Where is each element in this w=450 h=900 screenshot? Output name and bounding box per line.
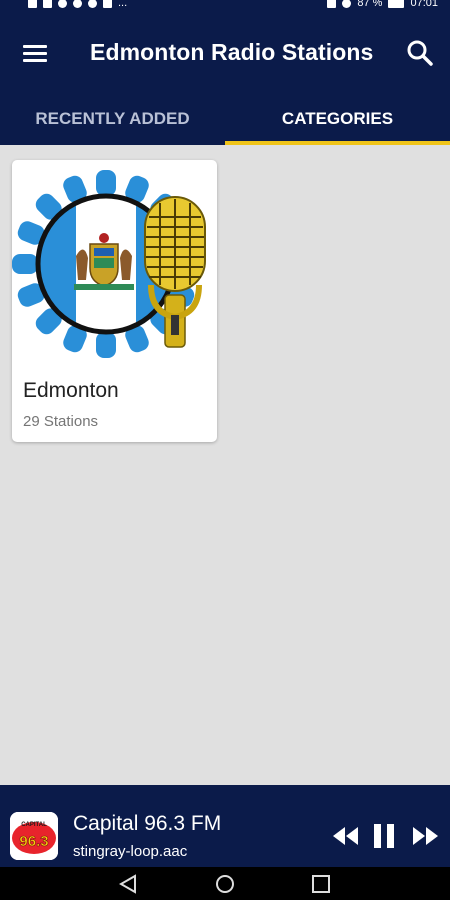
clock: 07:01: [410, 0, 438, 9]
recents-icon[interactable]: [308, 873, 334, 895]
fast-forward-icon[interactable]: [410, 821, 440, 851]
edmonton-flag-microphone-image: [12, 160, 217, 360]
battery-icon: [388, 0, 405, 8]
status-bar: ... 87 % 07:01: [0, 0, 450, 17]
category-card-edmonton[interactable]: Edmonton 29 Stations: [12, 160, 217, 442]
notification-icon: [73, 0, 82, 8]
wifi-icon: [43, 0, 52, 8]
now-playing-title: Capital 96.3 FM: [73, 812, 222, 835]
pause-icon[interactable]: [369, 821, 399, 851]
tab-recently-added[interactable]: RECENTLY ADDED: [0, 97, 225, 145]
logo-frequency: 96.3: [19, 833, 48, 850]
vibrate-icon: [327, 0, 337, 8]
battery-percent: 87 %: [357, 0, 383, 9]
notification-icon: [58, 0, 67, 8]
alarm-icon: [342, 0, 352, 8]
notification-icon: [88, 0, 97, 8]
search-icon[interactable]: [402, 35, 438, 71]
now-playing-stream: stingray-loop.aac: [73, 843, 188, 860]
tab-bar: RECENTLY ADDED CATEGORIES: [0, 97, 450, 145]
home-icon[interactable]: [212, 873, 238, 895]
back-icon[interactable]: [115, 873, 141, 895]
signal-icon: [28, 0, 37, 8]
tab-categories[interactable]: CATEGORIES: [225, 97, 450, 145]
status-icons-right: 87 % 07:01: [327, 0, 438, 9]
page-title: Edmonton Radio Stations: [90, 39, 374, 65]
station-logo: CAPITAL 96.3: [10, 812, 58, 860]
status-icons-left: ...: [28, 0, 127, 9]
category-name: Edmonton: [23, 379, 119, 402]
mini-player[interactable]: CAPITAL 96.3 Capital 96.3 FM stingray-lo…: [0, 785, 450, 867]
rewind-icon[interactable]: [331, 821, 361, 851]
notification-icon: [103, 0, 112, 8]
overflow-indicator: ...: [118, 0, 128, 9]
app-bar: Edmonton Radio Stations RECENTLY ADDED C…: [0, 17, 450, 145]
station-count: 29 Stations: [23, 413, 99, 430]
logo-label: CAPITAL: [21, 822, 47, 828]
hamburger-menu-icon[interactable]: [18, 37, 52, 71]
system-nav-bar: [0, 867, 450, 900]
